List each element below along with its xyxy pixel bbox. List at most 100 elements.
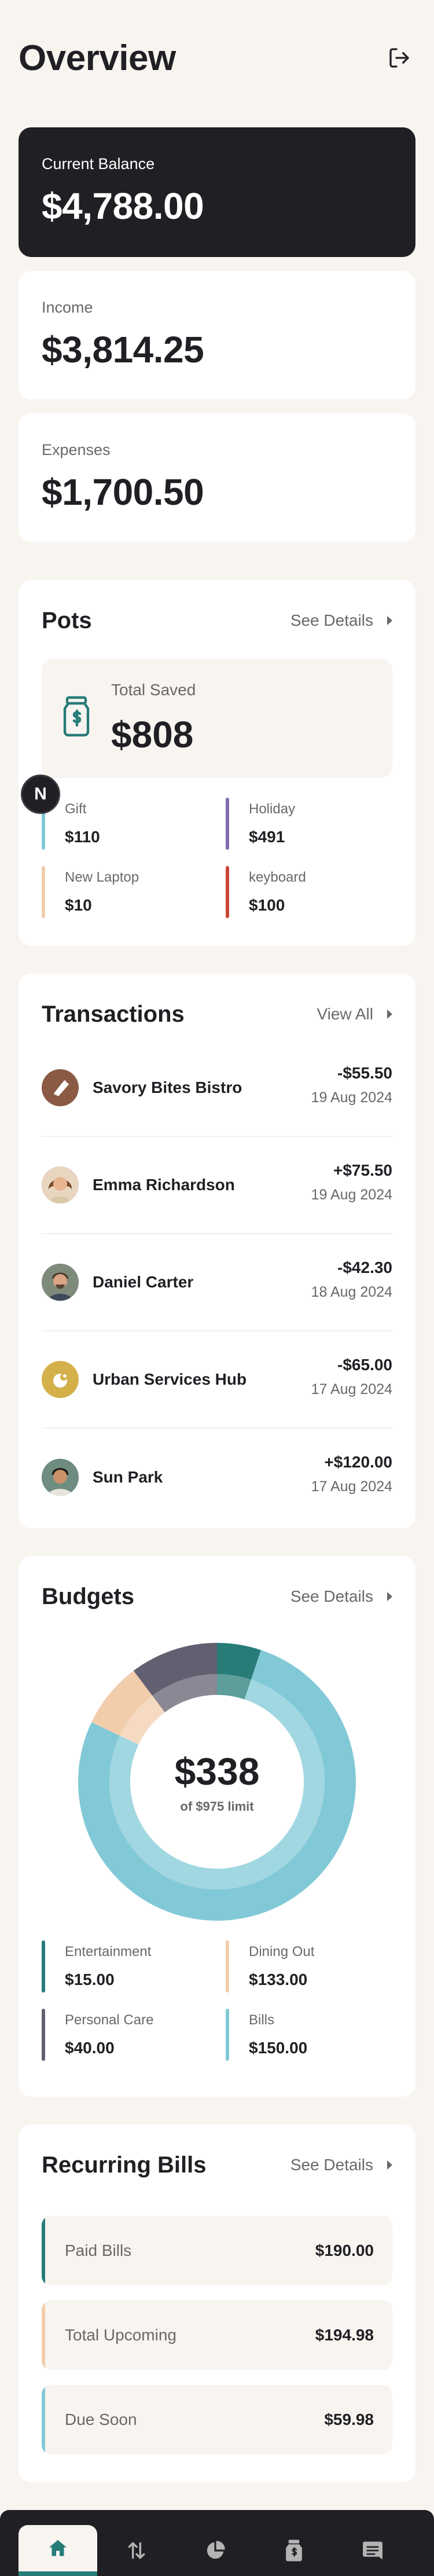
total-saved-value: $808: [111, 714, 194, 755]
transaction-row[interactable]: Daniel Carter -$42.30 18 Aug 2024: [42, 1234, 392, 1331]
budget-color-bar: [42, 1940, 45, 1992]
budgets-see-details-link[interactable]: See Details: [290, 1587, 392, 1606]
income-value: $3,814.25: [42, 329, 204, 370]
budget-legend-item: Bills $150.00: [226, 2009, 393, 2061]
recurring-see-details-link[interactable]: See Details: [290, 2156, 392, 2174]
bill-accent-bar: [42, 2385, 45, 2454]
budget-legend-item: Personal Care $40.00: [42, 2009, 209, 2061]
bill-label: Paid Bills: [65, 2241, 132, 2259]
pot-amount: $100: [249, 896, 285, 914]
transaction-row[interactable]: Sun Park +$120.00 17 Aug 2024: [42, 1429, 392, 1526]
bill-label: Due Soon: [65, 2410, 137, 2428]
recurring-bill-row: Paid Bills $190.00: [42, 2216, 392, 2285]
transactions-view-all-link[interactable]: View All: [317, 1005, 392, 1023]
current-balance-value: $4,788.00: [42, 185, 204, 227]
transactions-icon: [128, 2542, 145, 2559]
budgets-donut-chart: $338 of $975 limit: [78, 1643, 356, 1921]
transaction-row[interactable]: Emma Richardson +$75.50 19 Aug 2024: [42, 1137, 392, 1234]
pot-amount: $491: [249, 828, 285, 846]
transaction-name: Emma Richardson: [93, 1176, 235, 1194]
total-saved-label: Total Saved: [111, 681, 196, 699]
total-saved-box: Total Saved $808: [42, 659, 392, 778]
caret-right-icon: [387, 1592, 392, 1601]
pot-item: Gift $110: [42, 798, 209, 850]
donut-center-sublabel: of $975 limit: [180, 1799, 254, 1814]
expenses-label: Expenses: [42, 441, 111, 458]
pot-color-bar: [226, 798, 229, 850]
budget-amount: $150.00: [249, 2039, 308, 2057]
see-details-label: See Details: [290, 611, 373, 629]
caret-right-icon: [387, 1010, 392, 1019]
income-label: Income: [42, 299, 93, 316]
pot-name: Gift: [65, 801, 87, 817]
bottom-nav: [0, 2510, 434, 2576]
nav-recurring-bills[interactable]: [333, 2525, 412, 2576]
pot-item: Holiday $491: [226, 798, 393, 850]
expenses-card: Expenses $1,700.50: [19, 413, 415, 542]
budget-color-bar: [42, 2009, 45, 2061]
pot-color-bar: [42, 866, 45, 918]
recurring-bills-header: Recurring Bills See Details: [42, 2148, 392, 2182]
recurring-bills-icon: [363, 2541, 382, 2560]
transaction-date: 18 Aug 2024: [311, 1284, 392, 1300]
recurring-bill-row: Total Upcoming $194.98: [42, 2300, 392, 2370]
donut-center-value: $338: [174, 1750, 260, 1793]
transactions-header: Transactions View All: [42, 997, 392, 1032]
pot-color-bar: [226, 866, 229, 918]
transaction-row[interactable]: Urban Services Hub -$65.00 17 Aug 2024: [42, 1331, 392, 1429]
pots-icon: [286, 2540, 302, 2562]
pot-item: keyboard $100: [226, 866, 393, 918]
budget-category: Entertainment: [65, 1944, 152, 1959]
budget-color-bar: [226, 2009, 229, 2061]
bill-amount: $190.00: [315, 2241, 374, 2259]
donut-center: $338 of $975 limit: [78, 1643, 356, 1921]
budget-category: Bills: [249, 2012, 275, 2028]
pot-amount: $10: [65, 896, 92, 914]
pot-name: Holiday: [249, 801, 296, 817]
budget-color-bar: [226, 1940, 229, 1992]
transaction-name: Urban Services Hub: [93, 1370, 247, 1388]
budgets-icon: [207, 2541, 225, 2559]
money-jar-icon: [60, 696, 93, 740]
transactions-title: Transactions: [42, 1001, 185, 1027]
user-avatar-badge[interactable]: N: [21, 775, 60, 814]
budgets-title: Budgets: [42, 1583, 134, 1609]
pot-name: keyboard: [249, 869, 306, 885]
income-card: Income $3,814.25: [19, 271, 415, 399]
transaction-name: Sun Park: [93, 1468, 163, 1486]
transaction-date: 17 Aug 2024: [311, 1478, 392, 1495]
transaction-row[interactable]: Savory Bites Bistro -$55.50 19 Aug 2024: [42, 1040, 392, 1137]
bill-accent-bar: [42, 2300, 45, 2370]
transaction-amount: -$65.00: [337, 1356, 392, 1374]
person-avatar: [42, 1264, 79, 1301]
transaction-amount: +$120.00: [324, 1453, 392, 1471]
bill-accent-bar: [42, 2216, 45, 2285]
nav-overview[interactable]: [19, 2525, 97, 2576]
person-avatar: [42, 1166, 79, 1203]
current-balance-label: Current Balance: [42, 155, 155, 173]
budget-category: Dining Out: [249, 1944, 315, 1959]
view-all-label: View All: [317, 1005, 373, 1023]
transaction-date: 19 Aug 2024: [311, 1089, 392, 1106]
logout-icon[interactable]: [383, 42, 415, 74]
caret-right-icon: [387, 2160, 392, 2170]
pots-see-details-link[interactable]: See Details: [290, 611, 392, 630]
budget-amount: $133.00: [249, 1970, 308, 1988]
transaction-amount: -$55.50: [337, 1064, 392, 1082]
current-balance-card: Current Balance $4,788.00: [19, 127, 415, 257]
nav-transactions[interactable]: [97, 2525, 176, 2576]
bill-amount: $194.98: [315, 2326, 374, 2344]
food-logo-icon: [42, 1069, 79, 1106]
caret-right-icon: [387, 616, 392, 625]
recurring-bills-title: Recurring Bills: [42, 2152, 207, 2178]
nav-budgets[interactable]: [176, 2525, 255, 2576]
pots-header: Pots See Details: [42, 603, 392, 638]
nav-pots[interactable]: [255, 2525, 333, 2576]
budget-legend-item: Entertainment $15.00: [42, 1940, 209, 1992]
transaction-date: 17 Aug 2024: [311, 1381, 392, 1397]
recurring-bills-card: Recurring Bills See Details Paid Bills $…: [19, 2124, 415, 2482]
pot-name: New Laptop: [65, 869, 139, 885]
budgets-header: Budgets See Details: [42, 1579, 392, 1614]
home-icon: [49, 2540, 67, 2556]
transaction-date: 19 Aug 2024: [311, 1187, 392, 1203]
